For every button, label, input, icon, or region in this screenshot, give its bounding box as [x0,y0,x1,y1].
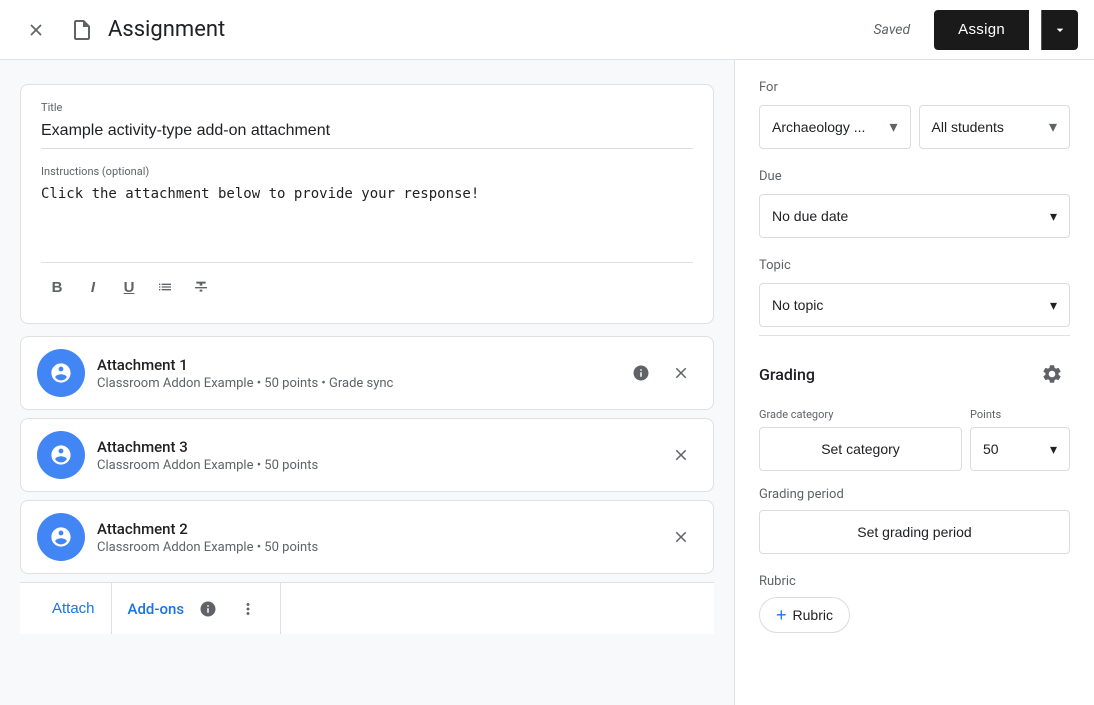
points-col: Points 50 ▾ [970,408,1070,471]
right-panel: For Archaeology ... ▾ All students ▾ Due… [734,60,1094,705]
attachment-info-button[interactable] [625,357,657,389]
title-field: Title [41,101,693,149]
grading-period-label: Grading period [759,487,1070,502]
attachment-info: Attachment 2 Classroom Addon Example • 5… [97,520,653,555]
left-panel: Title Instructions (optional) Click the … [0,60,734,705]
class-value: Archaeology ... [772,119,865,135]
due-value: No due date [772,208,848,224]
close-button[interactable] [16,10,56,50]
addons-section: Add-ons [111,583,282,634]
points-value: 50 [983,441,999,457]
chevron-down-icon: ▾ [1050,441,1057,458]
set-category-button[interactable]: Set category [759,427,962,471]
attach-button[interactable]: Attach [36,583,111,634]
attachment-icon [37,431,85,479]
saved-status: Saved [873,22,910,38]
topic-label: Topic [759,258,1070,273]
chevron-down-icon: ▾ [1050,297,1057,314]
main-content: Title Instructions (optional) Click the … [0,60,1094,705]
attachment-icon [37,513,85,561]
attachment-item: Attachment 2 Classroom Addon Example • 5… [20,500,714,574]
class-dropdown[interactable]: Archaeology ... ▾ [759,105,911,149]
attachment-meta: Classroom Addon Example • 50 points [97,540,653,555]
chevron-down-icon: ▾ [1050,208,1057,225]
attachment-meta: Classroom Addon Example • 50 points • Gr… [97,376,613,391]
assign-dropdown-button[interactable] [1041,10,1078,50]
grade-category-col: Grade category Set category [759,408,962,471]
for-label: For [759,80,1070,95]
attachment-actions [665,521,697,553]
attachment-actions [625,357,697,389]
rubric-label: Rubric [759,574,1070,589]
due-label: Due [759,169,1070,184]
grading-cols: Grade category Set category Points 50 ▾ [759,408,1070,471]
italic-button[interactable]: I [77,271,109,303]
students-value: All students [932,119,1004,135]
assign-button[interactable]: Assign [934,10,1029,50]
attachment-item: Attachment 1 Classroom Addon Example • 5… [20,336,714,410]
attachment-name: Attachment 3 [97,438,653,456]
strikethrough-button[interactable] [185,271,217,303]
addons-more-button[interactable] [232,593,264,625]
instructions-field: Instructions (optional) Click the attach… [41,165,693,246]
points-dropdown[interactable]: 50 ▾ [970,427,1070,471]
grading-title: Grading [759,365,815,384]
bold-button[interactable]: B [41,271,73,303]
attachment-meta: Classroom Addon Example • 50 points [97,458,653,473]
form-card: Title Instructions (optional) Click the … [20,84,714,324]
students-dropdown[interactable]: All students ▾ [919,105,1071,149]
addons-info-button[interactable] [192,593,224,625]
addons-label: Add-ons [128,600,185,618]
for-dropdowns: Archaeology ... ▾ All students ▾ [759,105,1070,149]
attachment-remove-button[interactable] [665,521,697,553]
due-date-dropdown[interactable]: No due date ▾ [759,194,1070,238]
plus-icon: + [776,606,787,624]
doc-icon [68,16,96,44]
points-label: Points [970,408,1070,421]
instructions-label: Instructions (optional) [41,165,693,178]
add-rubric-button[interactable]: + Rubric [759,597,850,633]
attachment-remove-button[interactable] [665,439,697,471]
attachment-info: Attachment 1 Classroom Addon Example • 5… [97,356,613,391]
set-grading-period-button[interactable]: Set grading period [759,510,1070,554]
page-title: Assignment [108,17,861,42]
attachment-remove-button[interactable] [665,357,697,389]
instructions-textarea[interactable]: Click the attachment below to provide yo… [41,182,693,242]
list-button[interactable] [149,271,181,303]
rubric-label-text: Rubric [793,607,833,623]
attachment-name: Attachment 1 [97,356,613,374]
title-label: Title [41,101,693,114]
section-divider [759,335,1070,336]
header: Assignment Saved Assign [0,0,1094,60]
grading-header: Grading [759,356,1070,392]
grading-settings-button[interactable] [1034,356,1070,392]
attachment-icon [37,349,85,397]
topic-value: No topic [772,297,823,313]
title-input[interactable] [41,118,693,149]
attachment-item: Attachment 3 Classroom Addon Example • 5… [20,418,714,492]
chevron-down-icon: ▾ [889,117,897,137]
formatting-toolbar: B I U [41,262,693,303]
attachment-info: Attachment 3 Classroom Addon Example • 5… [97,438,653,473]
underline-button[interactable]: U [113,271,145,303]
attachment-name: Attachment 2 [97,520,653,538]
grade-category-label: Grade category [759,408,962,421]
chevron-down-icon: ▾ [1049,117,1057,137]
attachment-actions [665,439,697,471]
bottom-bar: Attach Add-ons [20,582,714,634]
topic-dropdown[interactable]: No topic ▾ [759,283,1070,327]
